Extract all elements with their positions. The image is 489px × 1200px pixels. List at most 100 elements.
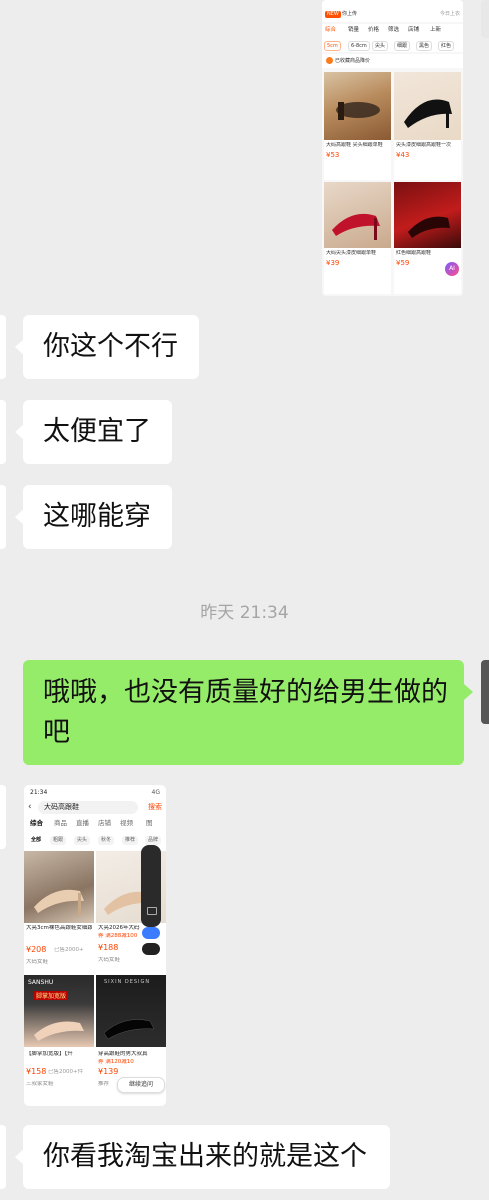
message-bubble[interactable]: 哦哦，也没有质量好的给男生做的吧 xyxy=(23,660,464,765)
filter-item: 价格 xyxy=(368,27,380,33)
tab: 综合 xyxy=(30,819,43,827)
shopping-screenshot-image[interactable]: NEW 你上传 今日上衣 综合 销量 价格 筛选 店铺 上新 5cm 6-8cm… xyxy=(322,0,463,296)
message-text: 你这个不行 xyxy=(43,331,178,362)
avatar[interactable] xyxy=(0,785,6,849)
chip: 尖头 xyxy=(74,836,91,845)
product-card: 大亮3cm裸色高跟鞋女细跟新款尖头百 ¥208 已售2000+ 大码女鞋 xyxy=(24,851,94,973)
product-image xyxy=(324,72,391,140)
filter-bar: 综合 销量 价格 筛选 店铺 上新 xyxy=(322,24,463,38)
filter-item: 店铺 xyxy=(408,27,420,33)
product-price: ¥43 xyxy=(396,151,410,159)
promo-banner: 已收藏商品降价 xyxy=(322,54,463,68)
product-image: SIXIN DESIGN xyxy=(96,975,166,1047)
promo-text: 已收藏商品降价 xyxy=(335,58,371,64)
chip: 尖头 xyxy=(372,41,389,51)
avatar[interactable] xyxy=(481,660,489,724)
chip-row: 5cm 6-8cm 尖头 细跟 黑色 红色 xyxy=(322,38,463,52)
filter-item: 综合 xyxy=(325,27,337,33)
avatar[interactable] xyxy=(0,315,6,379)
screenshot-top-bar: NEW 你上传 今日上衣 xyxy=(322,0,463,22)
top-bar-right-text: 今日上衣 xyxy=(439,11,460,17)
ai-icon: AI xyxy=(445,262,459,276)
chip: 全部 xyxy=(28,836,45,845)
shoe-icon xyxy=(332,213,380,240)
message-text: 你看我淘宝出来的就是这个 xyxy=(43,1141,367,1172)
product-image xyxy=(24,851,94,923)
chip: 黑色 xyxy=(416,41,433,51)
product-card: 红色细跟高跟鞋 ¥59 AI xyxy=(394,182,461,294)
product-price: ¥158 xyxy=(26,1067,47,1076)
product-title: 大码高跟鞋 尖头细跟单鞋 xyxy=(326,142,383,148)
chip: 6-8cm xyxy=(348,41,370,51)
chip: 红色 xyxy=(438,41,455,51)
moon-icon xyxy=(142,943,160,955)
shop-name: 三叔家女鞋 xyxy=(26,1081,54,1087)
shop-name: 大码女鞋 xyxy=(26,959,49,965)
message-bubble[interactable]: 你看我淘宝出来的就是这个 xyxy=(23,1125,390,1189)
shoe-icon xyxy=(336,102,380,120)
product-price: ¥208 xyxy=(26,945,47,954)
tab: 图 xyxy=(146,819,153,827)
promo-icon xyxy=(326,57,333,64)
avatar[interactable] xyxy=(0,400,6,464)
shoe-icon xyxy=(103,1019,155,1040)
product-price: ¥39 xyxy=(326,259,340,267)
search-field: 大码高跟鞋 xyxy=(38,801,138,814)
tab-bar: 综合 商品 直播 店铺 视频 图 xyxy=(24,817,166,831)
tab: 商品 xyxy=(54,819,67,827)
chip: 品牌 xyxy=(145,836,162,845)
coupon-text: 券 满120减10 xyxy=(98,1059,134,1065)
tab: 直播 xyxy=(76,819,89,827)
status-signal: 4G xyxy=(151,789,160,796)
shoe-icon xyxy=(34,1021,84,1041)
tab: 视频 xyxy=(120,819,133,827)
new-badge: NEW xyxy=(325,11,341,18)
product-price: ¥188 xyxy=(98,943,119,952)
product-price: ¥53 xyxy=(326,151,340,159)
status-time: 21:34 xyxy=(30,789,48,796)
search-button: 搜索 xyxy=(148,803,162,811)
shoe-icon xyxy=(404,99,452,128)
message-bubble[interactable]: 太便宜了 xyxy=(23,400,172,464)
avatar[interactable] xyxy=(481,0,489,38)
chip: 秋冬 xyxy=(98,836,115,845)
avatar[interactable] xyxy=(0,485,6,549)
product-image xyxy=(394,182,461,248)
product-image: SANSHU 脚掌加宽版 xyxy=(24,975,94,1047)
message-text: 这哪能穿 xyxy=(43,501,151,532)
volume-panel xyxy=(141,845,161,927)
product-sold: 已售2000+ xyxy=(54,947,84,953)
product-card: 尖头漆皮细跟高跟鞋一次 ¥43 xyxy=(394,72,461,180)
product-image xyxy=(394,72,461,140)
product-image xyxy=(324,182,391,248)
avatar[interactable] xyxy=(0,1125,6,1189)
continue-ask-button: 继续追问 xyxy=(117,1077,165,1093)
product-title: 大亮3cm裸色高跟鞋女细跟新款尖头百 xyxy=(26,925,92,931)
filter-item: 筛选 xyxy=(388,27,400,33)
product-card: SANSHU 脚掌加宽版 【脚掌加宽版】【升 ¥158 已售2000+件 三叔家… xyxy=(24,975,94,1106)
message-bubble[interactable]: 你这个不行 xyxy=(23,315,199,379)
chip: 细跟 xyxy=(394,41,411,51)
product-card: 大码尖头漆皮细跟单鞋 ¥39 xyxy=(324,182,391,294)
product-sold: 已售2000+件 xyxy=(48,1069,84,1075)
product-title: 红色细跟高跟鞋 xyxy=(396,250,432,256)
chip: 粗跟 xyxy=(50,836,67,845)
shoe-icon xyxy=(34,889,84,915)
shop-name: 大码女鞋 xyxy=(98,957,121,963)
product-title: 大码尖头漆皮细跟单鞋 xyxy=(326,250,377,256)
product-price: ¥59 xyxy=(396,259,410,267)
product-title: 穿高跟鞋的男大叔真 xyxy=(98,1051,148,1057)
back-icon: ‹ xyxy=(28,802,32,812)
product-price: ¥139 xyxy=(98,1067,119,1076)
chip: 5cm xyxy=(324,41,341,51)
product-title: 尖头漆皮细跟高跟鞋一次 xyxy=(396,142,452,148)
timestamp: 昨天 21:34 xyxy=(200,603,289,623)
chip: 推荐 xyxy=(122,836,139,845)
bubble-tail xyxy=(464,684,473,700)
message-bubble[interactable]: 这哪能穿 xyxy=(23,485,172,549)
filter-item: 销量 xyxy=(348,27,360,33)
top-bar-text: 你上传 xyxy=(342,11,358,17)
volume-icon xyxy=(147,907,157,915)
product-card: 大码高跟鞋 尖头细跟单鞋 ¥53 xyxy=(324,72,391,180)
tab: 店铺 xyxy=(98,819,111,827)
